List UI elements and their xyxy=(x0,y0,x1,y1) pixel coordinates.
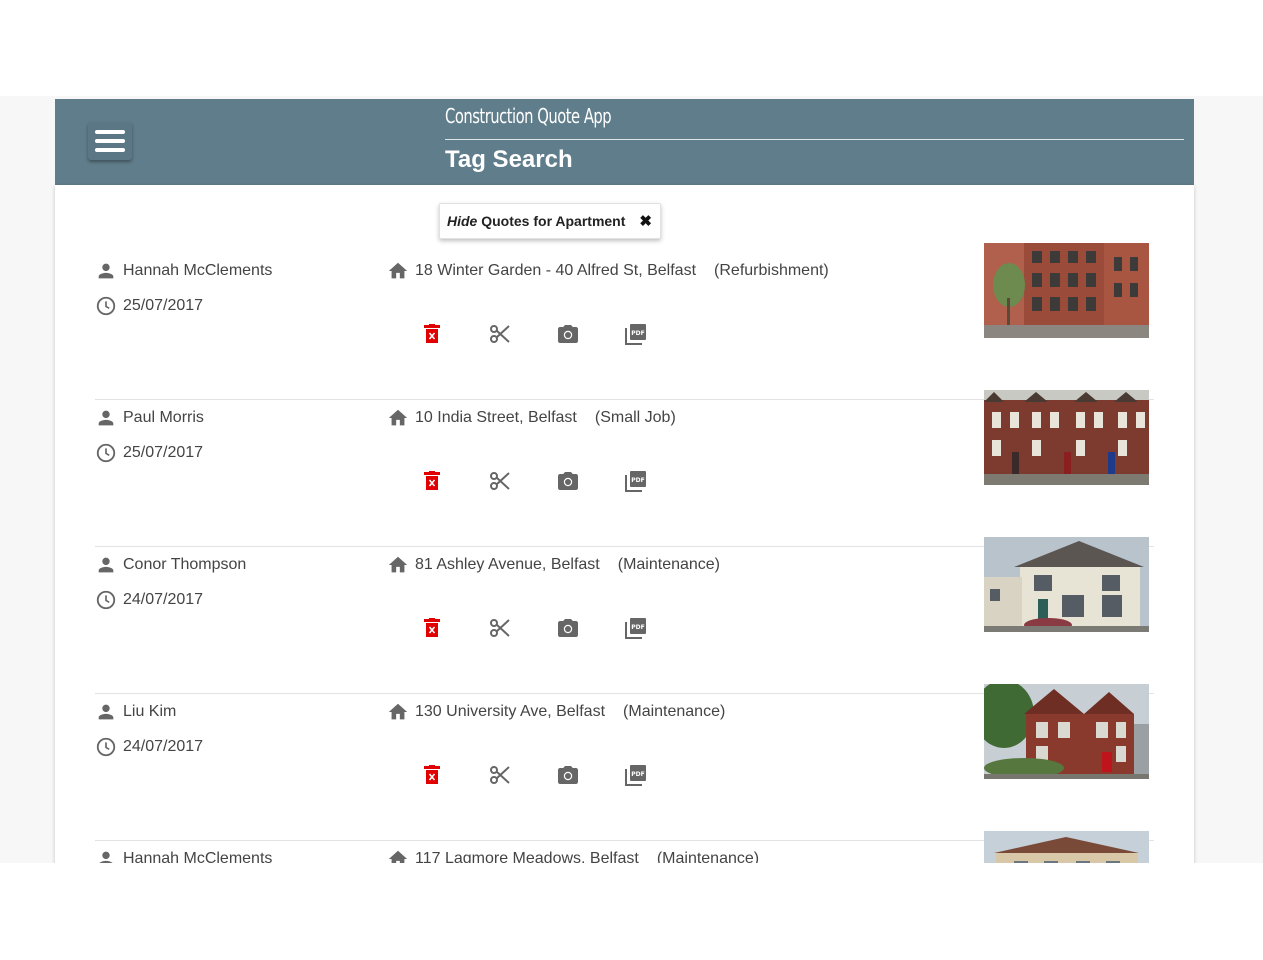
client-name: Hannah McClements xyxy=(95,260,272,282)
clock-icon xyxy=(96,737,116,757)
scissors-icon[interactable] xyxy=(488,322,512,346)
clock-icon xyxy=(96,443,116,463)
app-header: Construction Quote App Tag Search xyxy=(55,99,1194,185)
quote-address: 130 University Ave, Belfast (Maintenance… xyxy=(387,701,725,723)
client-name-text: Paul Morris xyxy=(123,409,204,426)
tag-filter-hide-word: Hide xyxy=(447,213,478,229)
pdf-icon[interactable]: PDF xyxy=(624,469,648,493)
svg-text:PDF: PDF xyxy=(631,330,644,337)
home-icon xyxy=(388,556,408,573)
address-text: 130 University Ave, Belfast xyxy=(415,703,606,720)
quote-row[interactable]: Hannah McClements 25/07/2017 18 Winter G… xyxy=(95,243,1154,400)
client-name: Paul Morris xyxy=(95,407,204,429)
client-name: Hannah McClements xyxy=(95,848,272,863)
person-icon xyxy=(98,263,114,279)
address-text: 10 India Street, Belfast xyxy=(415,409,577,426)
camera-icon[interactable] xyxy=(556,322,580,346)
pdf-icon[interactable]: PDF xyxy=(624,763,648,787)
tag-filter-label: Quotes for Apartment xyxy=(481,213,626,229)
quote-address: 117 Lagmore Meadows, Belfast (Maintenanc… xyxy=(387,848,759,863)
client-name: Conor Thompson xyxy=(95,554,246,576)
quote-row[interactable]: Conor Thompson 24/07/2017 81 Ashley Aven… xyxy=(95,537,1154,694)
quote-date-text: 24/07/2017 xyxy=(123,591,204,608)
svg-text:PDF: PDF xyxy=(631,771,644,778)
quote-address: 81 Ashley Avenue, Belfast (Maintenance) xyxy=(387,554,720,576)
job-type: (Small Job) xyxy=(594,409,676,426)
title-divider xyxy=(445,139,1184,140)
property-photo[interactable] xyxy=(984,537,1149,632)
quote-date-text: 25/07/2017 xyxy=(123,444,204,461)
address-text: 18 Winter Garden - 40 Alfred St, Belfast xyxy=(415,262,697,279)
page-title: Tag Search xyxy=(445,146,573,173)
camera-icon[interactable] xyxy=(556,616,580,640)
person-icon xyxy=(98,704,114,720)
property-photo[interactable] xyxy=(984,831,1149,863)
quote-date: 24/07/2017 xyxy=(95,589,203,611)
home-icon xyxy=(388,409,408,426)
person-icon xyxy=(98,410,114,426)
svg-text:PDF: PDF xyxy=(631,624,644,631)
app-viewport: Construction Quote App Tag Search Hide Q… xyxy=(0,96,1263,863)
job-type: (Maintenance) xyxy=(656,850,760,863)
quote-address: 18 Winter Garden - 40 Alfred St, Belfast… xyxy=(387,260,829,282)
client-name: Liu Kim xyxy=(95,701,176,723)
address-text: 117 Lagmore Meadows, Belfast xyxy=(415,850,639,863)
quote-row[interactable]: Paul Morris 25/07/2017 10 India Street, … xyxy=(95,390,1154,547)
person-icon xyxy=(98,557,114,573)
quote-date: 24/07/2017 xyxy=(95,736,203,758)
property-photo[interactable] xyxy=(984,390,1149,485)
delete-icon[interactable] xyxy=(420,763,444,787)
quote-date-text: 25/07/2017 xyxy=(123,297,204,314)
quote-date-text: 24/07/2017 xyxy=(123,738,204,755)
property-photo[interactable] xyxy=(984,243,1149,338)
home-icon xyxy=(388,703,408,720)
delete-icon[interactable] xyxy=(420,469,444,493)
camera-icon[interactable] xyxy=(556,469,580,493)
home-icon xyxy=(388,262,408,279)
scissors-icon[interactable] xyxy=(488,469,512,493)
client-name-text: Conor Thompson xyxy=(123,556,247,573)
home-icon xyxy=(388,850,408,863)
person-icon xyxy=(99,851,113,863)
quote-date: 25/07/2017 xyxy=(95,442,203,464)
pdf-icon[interactable]: PDF xyxy=(624,616,648,640)
delete-icon[interactable] xyxy=(420,616,444,640)
close-icon[interactable]: ✖ xyxy=(639,212,652,230)
client-name-text: Hannah McClements xyxy=(123,850,273,863)
clock-icon xyxy=(96,296,116,316)
scissors-icon[interactable] xyxy=(488,616,512,640)
quote-list-panel: Hide Quotes for Apartment ✖ Hannah McCle… xyxy=(55,185,1194,863)
quote-row[interactable]: Liu Kim 24/07/2017 130 University Ave, B… xyxy=(95,684,1154,841)
client-name-text: Liu Kim xyxy=(123,703,177,720)
address-text: 81 Ashley Avenue, Belfast xyxy=(415,556,600,573)
client-name-text: Hannah McClements xyxy=(123,262,273,279)
job-type: (Maintenance) xyxy=(623,703,726,720)
hamburger-menu-icon[interactable] xyxy=(88,122,132,160)
camera-icon[interactable] xyxy=(556,763,580,787)
delete-icon[interactable] xyxy=(420,322,444,346)
job-type: (Maintenance) xyxy=(617,556,721,573)
svg-text:PDF: PDF xyxy=(631,477,644,484)
property-photo[interactable] xyxy=(984,684,1149,779)
job-type: (Refurbishment) xyxy=(714,262,829,279)
clock-icon xyxy=(96,590,116,610)
tag-filter-chip: Hide Quotes for Apartment ✖ xyxy=(439,203,661,239)
scissors-icon[interactable] xyxy=(488,763,512,787)
pdf-icon[interactable]: PDF xyxy=(624,322,648,346)
quote-address: 10 India Street, Belfast (Small Job) xyxy=(387,407,676,429)
quote-row[interactable]: Hannah McClements 117 Lagmore Meadows, B… xyxy=(95,831,1154,863)
app-title: Construction Quote App xyxy=(445,104,612,128)
quote-date: 25/07/2017 xyxy=(95,295,203,317)
